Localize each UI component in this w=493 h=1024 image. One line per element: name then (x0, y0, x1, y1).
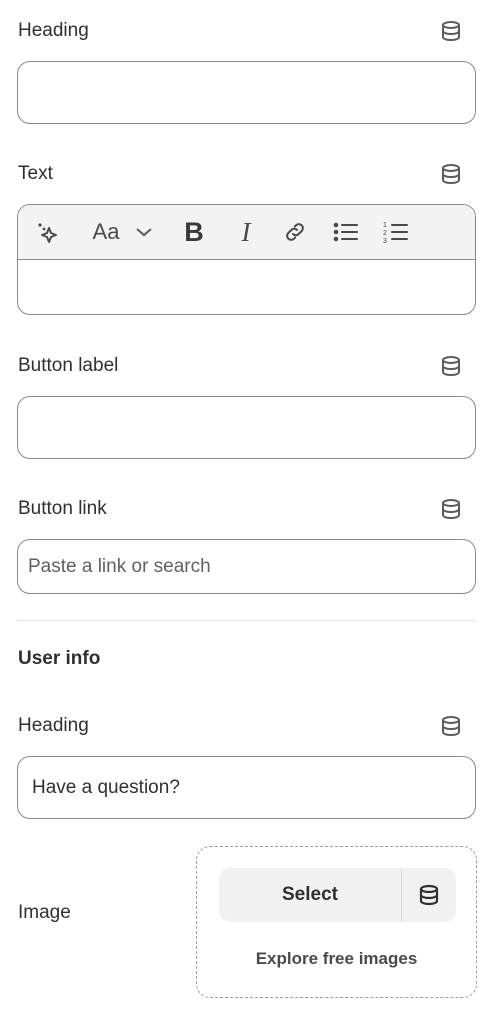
sparkle-icon[interactable] (34, 218, 60, 246)
button-link-input[interactable] (17, 539, 476, 594)
image-picker: Select Explore free images (196, 846, 477, 998)
section-title-user-info: User info (18, 648, 101, 669)
explore-free-images-link[interactable]: Explore free images (197, 949, 476, 969)
button-label-input[interactable] (17, 396, 476, 459)
text-label: Text (18, 163, 53, 184)
heading-label: Heading (18, 20, 89, 41)
chevron-down-icon[interactable] (133, 218, 155, 246)
heading-input[interactable] (17, 61, 476, 124)
font-style-button[interactable]: Aa (89, 218, 123, 246)
database-icon[interactable] (439, 162, 463, 186)
image-select-group: Select (219, 868, 456, 922)
bold-button[interactable]: B (182, 217, 206, 247)
svg-text:3: 3 (383, 238, 387, 244)
svg-text:2: 2 (383, 230, 387, 237)
rich-text-body[interactable] (18, 260, 475, 314)
link-icon[interactable] (282, 218, 308, 246)
database-icon[interactable] (439, 497, 463, 521)
user-info-heading-label: Heading (18, 715, 89, 736)
button-link-label: Button link (18, 498, 107, 519)
select-image-button[interactable]: Select (219, 868, 401, 922)
svg-text:1: 1 (383, 222, 387, 229)
italic-button[interactable]: I (234, 217, 258, 247)
image-label: Image (18, 902, 71, 923)
database-icon[interactable] (439, 354, 463, 378)
section-divider (17, 620, 476, 621)
user-info-heading-input[interactable] (17, 756, 476, 819)
database-icon[interactable] (439, 714, 463, 738)
numbered-list-icon[interactable]: 1 2 3 (382, 218, 410, 246)
rich-text-editor[interactable]: Aa B I 1 2 3 (17, 204, 476, 315)
bullet-list-icon[interactable] (332, 218, 360, 246)
button-label-label: Button label (18, 355, 119, 376)
database-icon[interactable] (402, 868, 456, 922)
database-icon[interactable] (439, 19, 463, 43)
rich-text-toolbar: Aa B I 1 2 3 (18, 205, 475, 260)
